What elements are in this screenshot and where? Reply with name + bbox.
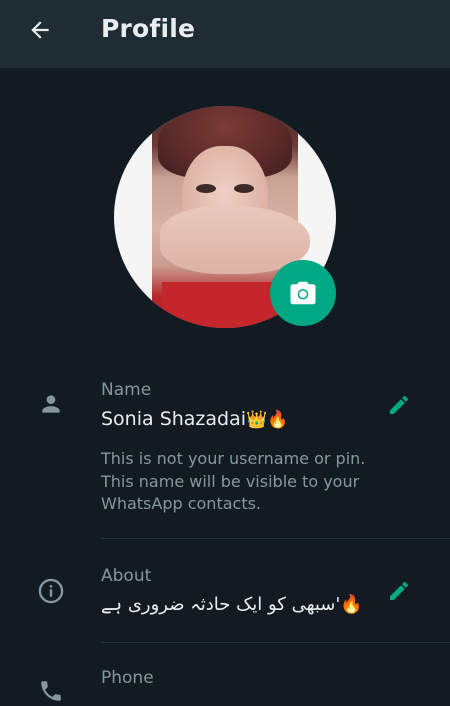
pencil-icon (390, 581, 409, 600)
arrow-left-icon (31, 21, 49, 39)
app-bar: Profile (0, 0, 450, 68)
pencil-icon (390, 395, 409, 414)
phone-icon (41, 681, 61, 701)
edit-name-button[interactable] (384, 390, 414, 420)
profile-photo-container (114, 106, 336, 328)
name-hint: This is not your username or pin. This n… (101, 449, 366, 513)
change-photo-button[interactable] (270, 260, 336, 326)
name-value: Sonia Shazadai👑🔥 (101, 408, 288, 430)
phone-row[interactable]: Phone (0, 662, 450, 701)
about-value: سبھی کو ایک حادثہ ضروری ہے'🔥 (101, 594, 363, 615)
divider (101, 538, 450, 539)
info-icon (38, 578, 64, 604)
name-text: Sonia Shazadai (101, 408, 247, 430)
camera-icon (290, 281, 316, 305)
row-icon (36, 389, 66, 419)
name-label: Name (101, 380, 152, 400)
row-icon (36, 676, 66, 706)
about-label: About (101, 566, 152, 586)
row-icon (36, 576, 66, 606)
page-title: Profile (101, 14, 196, 43)
phone-label: Phone (101, 668, 154, 688)
back-button[interactable] (22, 12, 58, 48)
about-row[interactable]: About سبھی کو ایک حادثہ ضروری ہے'🔥 (0, 558, 450, 642)
name-emojis: 👑🔥 (246, 410, 289, 430)
edit-about-button[interactable] (384, 576, 414, 606)
name-row[interactable]: Name Sonia Shazadai👑🔥 This is not your u… (0, 370, 450, 538)
divider (101, 642, 450, 643)
person-icon (42, 395, 60, 413)
